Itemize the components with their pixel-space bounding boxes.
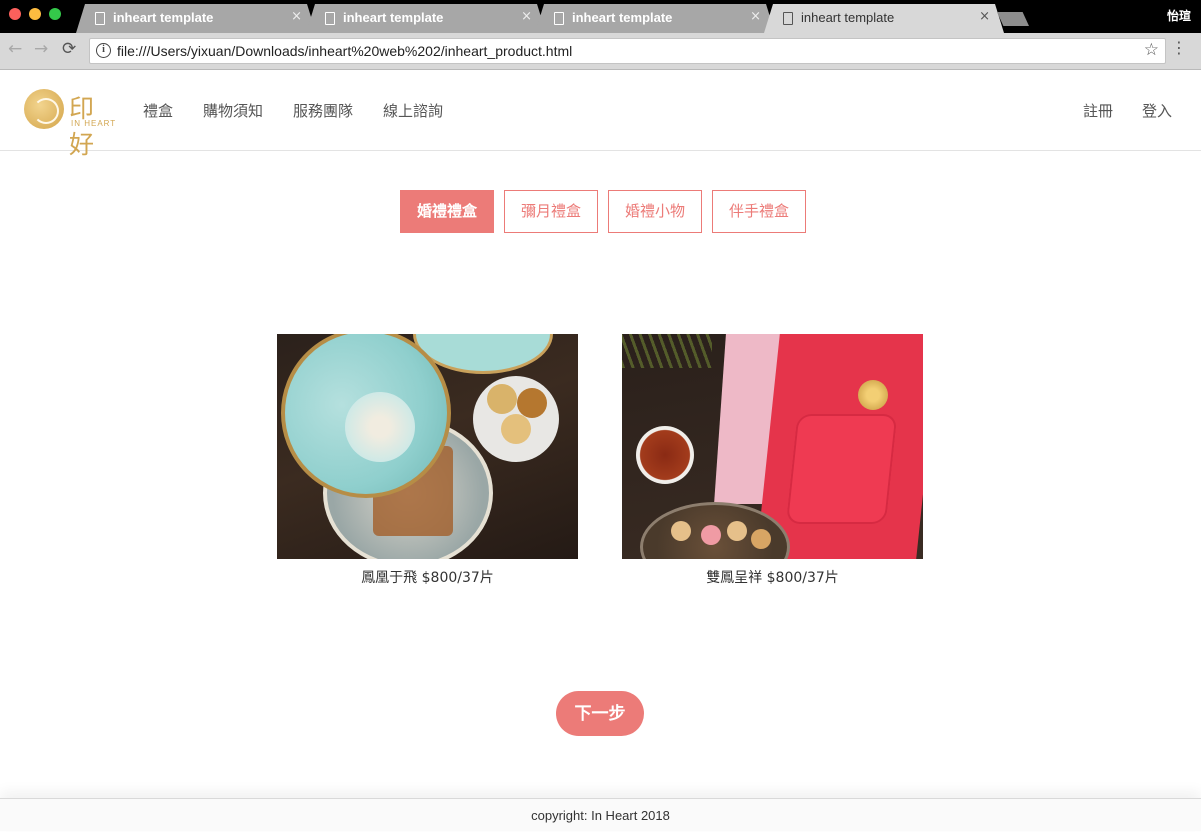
document-icon <box>554 12 564 25</box>
category-tab-wedding-box[interactable]: 婚禮禮盒 <box>400 190 495 233</box>
forward-arrow-icon[interactable]: → <box>34 39 48 59</box>
tab-title: inheart template <box>572 10 673 25</box>
auth-links: 註冊 登入 <box>1083 100 1172 121</box>
category-tab-souvenir-box[interactable]: 伴手禮盒 <box>712 190 807 233</box>
tab-close-icon[interactable]: × <box>521 9 532 24</box>
product-card[interactable]: 鳳凰于飛 $800/37片 <box>277 334 578 587</box>
category-tabs: 婚禮禮盒 彌月禮盒 婚禮小物 伴手禮盒 <box>400 190 807 233</box>
tab-title: inheart template <box>801 10 895 25</box>
document-icon <box>325 12 335 25</box>
address-bar[interactable]: i file:///Users/yixuan/Downloads/inheart… <box>89 38 1166 64</box>
url-text[interactable]: file:///Users/yixuan/Downloads/inheart%2… <box>117 43 572 59</box>
product-image[interactable] <box>277 334 578 559</box>
browser-toolbar: ← → ⟳ i file:///Users/yixuan/Downloads/i… <box>0 33 1201 70</box>
document-icon <box>783 12 793 25</box>
tab-close-icon[interactable]: × <box>979 9 990 24</box>
back-arrow-icon[interactable]: ← <box>8 39 22 59</box>
document-icon <box>95 12 105 25</box>
browser-menu-icon[interactable]: ⋮ <box>1171 40 1187 56</box>
tab-close-icon[interactable]: × <box>750 9 761 24</box>
tab-title: inheart template <box>113 10 214 25</box>
browser-tab[interactable]: inheart template × <box>306 4 546 33</box>
nav-item-shopping-guide[interactable]: 購物須知 <box>203 100 263 121</box>
product-image[interactable] <box>622 334 923 559</box>
site-header: 印好 IN HEART 禮盒 購物須知 服務團隊 線上諮詢 註冊 登入 <box>0 70 1201 159</box>
browser-tab[interactable]: inheart template × <box>535 4 775 33</box>
browser-tab[interactable]: inheart template × <box>76 4 316 33</box>
reload-icon[interactable]: ⟳ <box>62 39 76 59</box>
copyright-text: copyright: In Heart 2018 <box>531 808 670 823</box>
next-step-button[interactable]: 下一步 <box>556 691 644 736</box>
logo-subtext: IN HEART <box>71 119 117 128</box>
nav-item-online-consult[interactable]: 線上諮詢 <box>383 100 443 121</box>
info-icon[interactable]: i <box>96 43 111 58</box>
bookmark-star-icon[interactable]: ☆ <box>1144 40 1159 60</box>
logo-mark-icon <box>24 89 64 129</box>
register-link[interactable]: 註冊 <box>1083 100 1113 121</box>
category-tab-baby-box[interactable]: 彌月禮盒 <box>504 190 599 233</box>
product-card[interactable]: 雙鳳呈祥 $800/37片 <box>622 334 923 587</box>
window-zoom-button[interactable] <box>49 8 61 20</box>
nav-item-service-team[interactable]: 服務團隊 <box>293 100 353 121</box>
site-logo[interactable]: 印好 IN HEART <box>24 89 120 159</box>
product-caption: 雙鳳呈祥 $800/37片 <box>706 570 839 586</box>
main-nav: 禮盒 購物須知 服務團隊 線上諮詢 <box>143 100 443 121</box>
tab-close-icon[interactable]: × <box>291 9 302 24</box>
browser-tab-strip: inheart template × inheart template × in… <box>0 0 1201 33</box>
nav-item-gift-box[interactable]: 禮盒 <box>143 100 173 121</box>
login-link[interactable]: 登入 <box>1142 100 1172 121</box>
window-minimize-button[interactable] <box>29 8 41 20</box>
product-caption: 鳳凰于飛 $800/37片 <box>361 570 494 586</box>
tab-title: inheart template <box>343 10 444 25</box>
site-footer: copyright: In Heart 2018 <box>0 798 1201 831</box>
window-close-button[interactable] <box>9 8 21 20</box>
os-user-name: 怡瑄 <box>1166 9 1191 23</box>
category-tab-wedding-favors[interactable]: 婚禮小物 <box>608 190 703 233</box>
browser-tab-active[interactable]: inheart template × <box>764 4 1004 33</box>
